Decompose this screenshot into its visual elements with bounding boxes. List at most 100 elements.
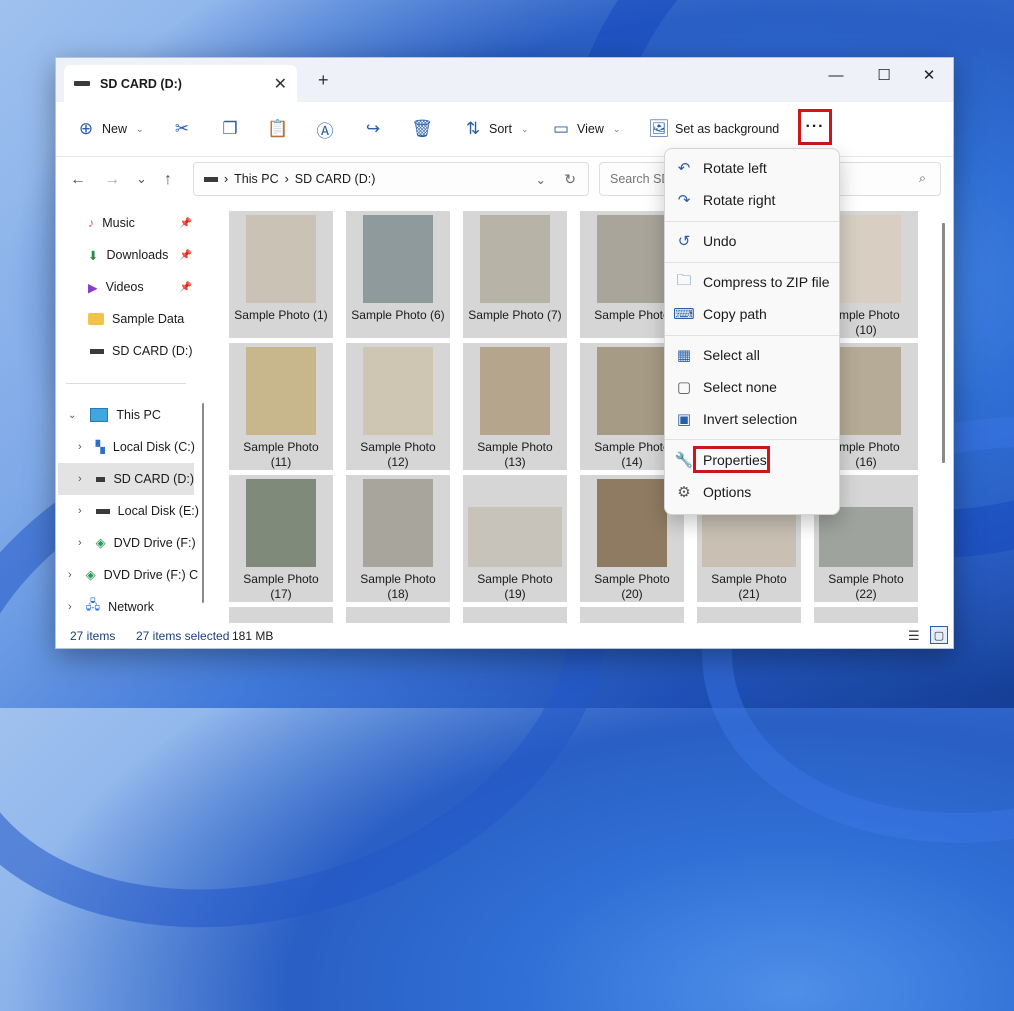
maximize-button[interactable]: ☐ (861, 62, 907, 90)
photo-tile[interactable]: Sample Photo (11) (229, 343, 333, 470)
photo-tile[interactable] (580, 607, 684, 623)
music-icon: ♪ (88, 216, 95, 230)
photo-number-line: (12) (387, 455, 409, 469)
sidebar-item-dvd-drive-f-2[interactable]: › ◈ DVD Drive (F:) C (68, 562, 198, 588)
menu-item-label: Copy path (703, 306, 767, 322)
sidebar-item-sd-card-tree[interactable]: › SD CARD (D:) (58, 463, 194, 495)
pc-icon (90, 408, 109, 422)
recent-chevron-icon[interactable]: ⌄ (136, 171, 147, 187)
photo-number-line: (20) (621, 587, 643, 601)
select-all-icon: ▦ (676, 347, 692, 364)
sidebar-item-label: SD CARD (D:) (113, 472, 194, 486)
copy-button[interactable]: ❐ (220, 119, 240, 139)
photo-caption: Sample Photo (17) (229, 572, 333, 602)
sidebar-item-network[interactable]: › 🖧 Network (68, 594, 154, 620)
sidebar-item-sample-data[interactable]: Sample Data (88, 306, 184, 332)
dvd-icon: ◈ (95, 535, 106, 550)
sort-icon: ⇅ (465, 119, 481, 138)
photo-name-line: Sample Photo (6) (351, 308, 445, 322)
drive-icon (95, 476, 106, 482)
menu-item-rotate-right[interactable]: ↷ Rotate right (673, 186, 831, 214)
menu-item-label: Select none (703, 379, 777, 395)
sidebar-item-label: Videos (105, 280, 144, 294)
pin-icon: 📌 (179, 217, 192, 229)
delete-button[interactable]: 🗑 (411, 119, 433, 139)
photo-thumbnail (831, 347, 901, 435)
sort-button[interactable]: ⇅ Sort ⌄ (463, 119, 529, 139)
menu-item-undo[interactable]: ↺ Undo (673, 227, 831, 255)
breadcrumb-sd-card[interactable]: SD CARD (D:) (295, 172, 376, 186)
sidebar-item-sd-card[interactable]: SD CARD (D:) (90, 338, 193, 364)
menu-item-label: Options (703, 484, 752, 500)
photo-caption: Sample Photo (22) (814, 572, 918, 602)
view-button[interactable]: ▭ View ⌄ (551, 119, 620, 139)
photo-tile[interactable]: Sample Photo (6) (346, 211, 450, 338)
chevron-down-icon: ⌄ (612, 123, 621, 134)
photo-thumbnail (597, 215, 667, 303)
menu-item-options[interactable]: ⚙ Options (673, 478, 831, 506)
search-icon[interactable]: ⌕ (919, 171, 926, 186)
minimize-button[interactable]: — (813, 62, 859, 90)
set-as-background-label: Set as background (675, 122, 780, 136)
photo-thumbnail (363, 215, 433, 303)
photo-tile[interactable] (463, 607, 567, 623)
sidebar-item-music[interactable]: ♪ Music 📌 (88, 210, 200, 236)
sidebar-item-label: Sample Data (112, 312, 185, 326)
menu-item-label: Undo (703, 233, 737, 249)
chevron-right-icon: › (78, 505, 82, 517)
menu-item-select-none[interactable]: ▢ Select none (673, 373, 831, 401)
thumbnail-view-icon[interactable]: ▢ (930, 626, 948, 644)
sidebar-item-dvd-drive-f[interactable]: › ◈ DVD Drive (F:) (78, 530, 196, 556)
photo-tile[interactable]: Sample Photo (12) (346, 343, 450, 470)
menu-item-compress-zip[interactable]: 🗀 Compress to ZIP file (673, 268, 831, 296)
photo-tile[interactable] (229, 607, 333, 623)
set-as-background-button[interactable]: 🖼 Set as background (648, 119, 780, 139)
forward-arrow-icon[interactable]: → (104, 171, 120, 189)
photo-tile[interactable] (814, 607, 918, 623)
sidebar-item-local-disk-c[interactable]: › ▚ Local Disk (C:) (78, 434, 195, 460)
photo-tile[interactable]: Sample Photo (19) (463, 475, 567, 602)
menu-item-invert-selection[interactable]: ▣ Invert selection (673, 405, 831, 433)
chevron-down-icon[interactable]: ⌄ (536, 172, 546, 187)
photo-tile[interactable]: Sample Photo (1) (229, 211, 333, 338)
paste-button[interactable]: 📋 (267, 119, 288, 139)
select-none-icon: ▢ (676, 379, 692, 396)
chevron-right-icon: › (78, 473, 82, 485)
menu-item-copy-path[interactable]: ⌨ Copy path (673, 300, 831, 328)
new-tab-icon[interactable]: + (318, 70, 329, 91)
sidebar-item-this-pc[interactable]: ⌄ This PC (68, 402, 161, 428)
tab-sd-card[interactable]: SD CARD (D:) ✕ (64, 65, 297, 102)
back-arrow-icon[interactable]: ← (70, 171, 86, 189)
sidebar-item-local-disk-e[interactable]: › Local Disk (E:) (78, 498, 199, 524)
photo-tile[interactable] (697, 607, 801, 623)
close-tab-icon[interactable]: ✕ (274, 74, 287, 94)
see-more-button[interactable]: ··· (798, 109, 832, 145)
photo-thumbnail (480, 215, 550, 303)
sidebar-item-videos[interactable]: ▶ Videos 📌 (88, 274, 200, 300)
new-button[interactable]: ⊕ New ⌄ (76, 119, 144, 139)
menu-item-select-all[interactable]: ▦ Select all (673, 341, 831, 369)
status-bar: 27 items 27 items selected 181 MB ☰ ▢ (56, 623, 953, 648)
share-button[interactable]: ↪ (363, 119, 383, 139)
photo-number-line: (17) (270, 587, 292, 601)
rename-button[interactable]: Ⓐ (315, 119, 335, 141)
photo-tile[interactable] (346, 607, 450, 623)
address-bar[interactable]: › This PC › SD CARD (D:) ⌄ ↻ (193, 162, 589, 196)
photo-thumbnail (468, 507, 562, 567)
refresh-icon[interactable]: ↻ (564, 171, 576, 188)
details-view-icon[interactable]: ☰ (908, 628, 920, 644)
rotate-right-icon: ↷ (677, 192, 691, 209)
photo-tile[interactable]: Sample Photo (17) (229, 475, 333, 602)
photo-tile[interactable]: Sample Photo (18) (346, 475, 450, 602)
photo-tile[interactable]: Sample Photo (13) (463, 343, 567, 470)
photo-tile[interactable]: Sample Photo (7) (463, 211, 567, 338)
sidebar-scrollbar[interactable] (202, 403, 204, 603)
sidebar-item-downloads[interactable]: ⬇ Downloads 📌 (88, 242, 200, 268)
up-arrow-icon[interactable]: ↑ (164, 171, 172, 189)
content-scrollbar[interactable] (942, 223, 945, 463)
menu-item-rotate-left[interactable]: ↶ Rotate left (673, 154, 831, 182)
photo-name-line: Sample Photo (477, 440, 553, 454)
close-window-button[interactable]: ✕ (906, 62, 952, 90)
breadcrumb-this-pc[interactable]: This PC (234, 172, 278, 186)
cut-button[interactable]: ✂ (172, 119, 192, 139)
